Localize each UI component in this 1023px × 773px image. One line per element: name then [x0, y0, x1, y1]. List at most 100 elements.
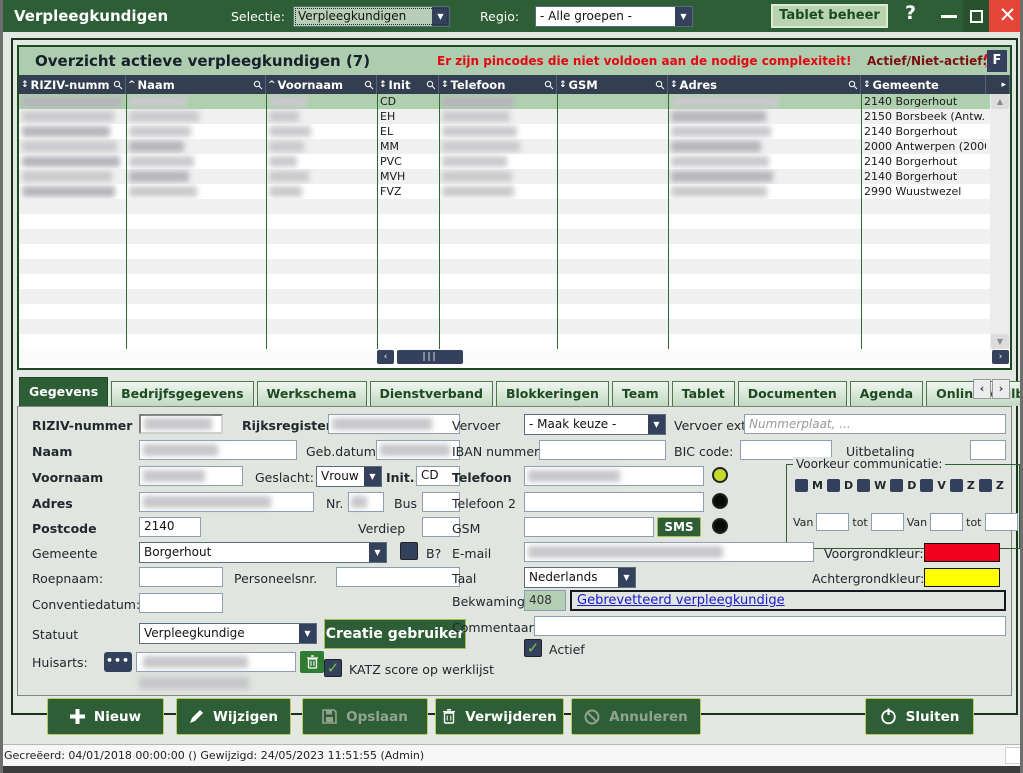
day-checkbox[interactable]: [857, 479, 870, 492]
search-icon[interactable]: [848, 80, 858, 90]
day-checkbox[interactable]: [827, 479, 840, 492]
gsm-input[interactable]: [524, 517, 654, 537]
wijzigen-button[interactable]: Wijzigen: [176, 698, 291, 735]
column-header-voornaam[interactable]: ^Voornaam: [266, 75, 377, 94]
table-row[interactable]: MM 2000 Antwerpen (2000): [19, 139, 990, 154]
header-scroll-right-icon[interactable]: ▸: [986, 75, 1010, 94]
help-button[interactable]: ?: [905, 2, 916, 24]
tab-documenten[interactable]: Documenten: [738, 381, 847, 406]
huisarts-input[interactable]: [136, 652, 296, 672]
geslacht-dropdown[interactable]: Vrouw ▼: [316, 466, 382, 487]
column-header-gemeente[interactable]: ↕Gemeente: [861, 75, 986, 94]
table-row[interactable]: MVH 2140 Borgerhout: [19, 169, 990, 184]
scroll-left-icon[interactable]: ‹: [377, 350, 394, 364]
gemeente-dropdown[interactable]: Borgerhout ▼: [139, 542, 387, 563]
tab-bedrijfsgegevens[interactable]: Bedrijfsgegevens: [111, 381, 253, 406]
table-row[interactable]: CD 2140 Borgerhout: [19, 94, 990, 109]
voornaam-input[interactable]: [139, 466, 243, 486]
tot-input-2[interactable]: [985, 513, 1018, 531]
column-header-riziv[interactable]: ↕RIZIV-numm: [19, 75, 126, 94]
uitbetaling-input[interactable]: [970, 440, 1006, 460]
scroll-down-icon[interactable]: ▼: [991, 334, 1009, 349]
gebdatum-input[interactable]: [376, 440, 460, 460]
gsm-status-indicator[interactable]: [712, 518, 728, 534]
table-row[interactable]: EH 2150 Borsbeek (Antw.): [19, 109, 990, 124]
voorgrondkleur-swatch[interactable]: [924, 543, 1000, 562]
column-header-telefoon[interactable]: ↕Telefoon: [439, 75, 557, 94]
statuut-dropdown[interactable]: Verpleegkundige ▼: [139, 623, 317, 644]
search-icon[interactable]: [655, 80, 665, 90]
conventiedatum-input[interactable]: [139, 593, 223, 613]
huisarts-delete-button[interactable]: [300, 651, 324, 673]
chevron-down-icon[interactable]: ▼: [299, 624, 316, 643]
iban-input[interactable]: [539, 440, 666, 460]
sluiten-button[interactable]: Sluiten: [865, 698, 974, 735]
day-checkbox[interactable]: [890, 479, 903, 492]
table-row[interactable]: FVZ 2990 Wuustwezel: [19, 184, 990, 199]
column-header-naam[interactable]: ^Naam: [126, 75, 266, 94]
day-checkbox[interactable]: [920, 479, 933, 492]
scroll-up-icon[interactable]: ▲: [991, 94, 1009, 109]
day-checkbox[interactable]: [950, 479, 963, 492]
tab-scroll-right-icon[interactable]: ›: [992, 379, 1010, 399]
table-row[interactable]: PVC 2140 Borgerhout: [19, 154, 990, 169]
roepnaam-input[interactable]: [139, 567, 223, 587]
tablet-beheer-button[interactable]: Tablet beheer: [771, 4, 888, 28]
telefoon2-input[interactable]: [524, 492, 704, 512]
van-input-2[interactable]: [930, 513, 963, 531]
chevron-down-icon[interactable]: ▼: [648, 415, 665, 434]
achtergrondkleur-swatch[interactable]: [924, 568, 1000, 587]
scrollbar-thumb[interactable]: |||: [397, 350, 463, 364]
riziv-input[interactable]: [139, 414, 223, 434]
telefoon2-status-indicator[interactable]: [712, 493, 728, 509]
day-checkbox[interactable]: [795, 479, 808, 492]
telefoon-input[interactable]: [524, 466, 704, 486]
annuleren-button[interactable]: Annuleren: [571, 698, 701, 735]
tot-input-1[interactable]: [871, 513, 904, 531]
adres-input[interactable]: [139, 492, 314, 512]
tab-agenda[interactable]: Agenda: [850, 381, 923, 406]
verwijderen-button[interactable]: Verwijderen: [435, 698, 564, 735]
selectie-dropdown[interactable]: Verpleegkundigen ▼: [293, 6, 450, 27]
search-icon[interactable]: [253, 80, 263, 90]
personeelsnr-input[interactable]: [336, 567, 460, 587]
bekwaming-link[interactable]: Gebrevetteerd verpleegkundige: [577, 593, 785, 608]
tab-dienstverband[interactable]: Dienstverband: [370, 381, 493, 406]
table-row[interactable]: EL 2140 Borgerhout: [19, 124, 990, 139]
chevron-down-icon[interactable]: ▼: [369, 543, 386, 562]
sms-button[interactable]: SMS: [657, 517, 701, 537]
tab-team[interactable]: Team: [612, 381, 669, 406]
column-header-init[interactable]: ↕Init: [377, 75, 439, 94]
b-checkbox[interactable]: ✓: [400, 542, 418, 560]
scroll-right-icon[interactable]: ›: [992, 350, 1009, 364]
vertical-scrollbar[interactable]: ▲ ▼: [990, 94, 1010, 349]
search-icon[interactable]: [544, 80, 554, 90]
taal-dropdown[interactable]: Nederlands ▼: [524, 567, 636, 588]
nieuw-button[interactable]: Nieuw: [47, 698, 164, 735]
katz-checkbox[interactable]: ✓: [324, 659, 342, 677]
chevron-down-icon[interactable]: ▼: [675, 7, 692, 26]
column-header-gsm[interactable]: ↕GSM: [557, 75, 668, 94]
vervoer-dropdown[interactable]: - Maak keuze - ▼: [524, 414, 666, 435]
search-icon[interactable]: [113, 80, 123, 90]
column-header-adres[interactable]: ↕Adres: [668, 75, 861, 94]
horizontal-scrollbar[interactable]: ‹ ||| ›: [19, 349, 1010, 366]
creatie-gebruiker-button[interactable]: Creatie gebruiker: [324, 619, 466, 649]
tab-tablet[interactable]: Tablet: [672, 381, 735, 406]
maximize-button[interactable]: [963, 0, 989, 32]
search-icon[interactable]: [426, 80, 436, 90]
chevron-down-icon[interactable]: ▼: [432, 7, 449, 26]
regio-dropdown[interactable]: - Alle groepen - ▼: [535, 6, 693, 27]
telefoon-status-indicator[interactable]: [712, 467, 728, 483]
day-checkbox[interactable]: [979, 479, 992, 492]
nr-input[interactable]: [348, 492, 384, 512]
chevron-down-icon[interactable]: ▼: [364, 467, 381, 486]
tab-scroll-left-icon[interactable]: ‹: [973, 379, 991, 399]
tab-blokkeringen[interactable]: Blokkeringen: [496, 381, 609, 406]
email-input[interactable]: [524, 542, 814, 562]
search-icon[interactable]: [364, 80, 374, 90]
commentaar-input[interactable]: [534, 616, 1006, 636]
naam-input[interactable]: [139, 440, 297, 460]
tab-werkschema[interactable]: Werkschema: [257, 381, 367, 406]
rijksregister-input[interactable]: [328, 414, 460, 434]
